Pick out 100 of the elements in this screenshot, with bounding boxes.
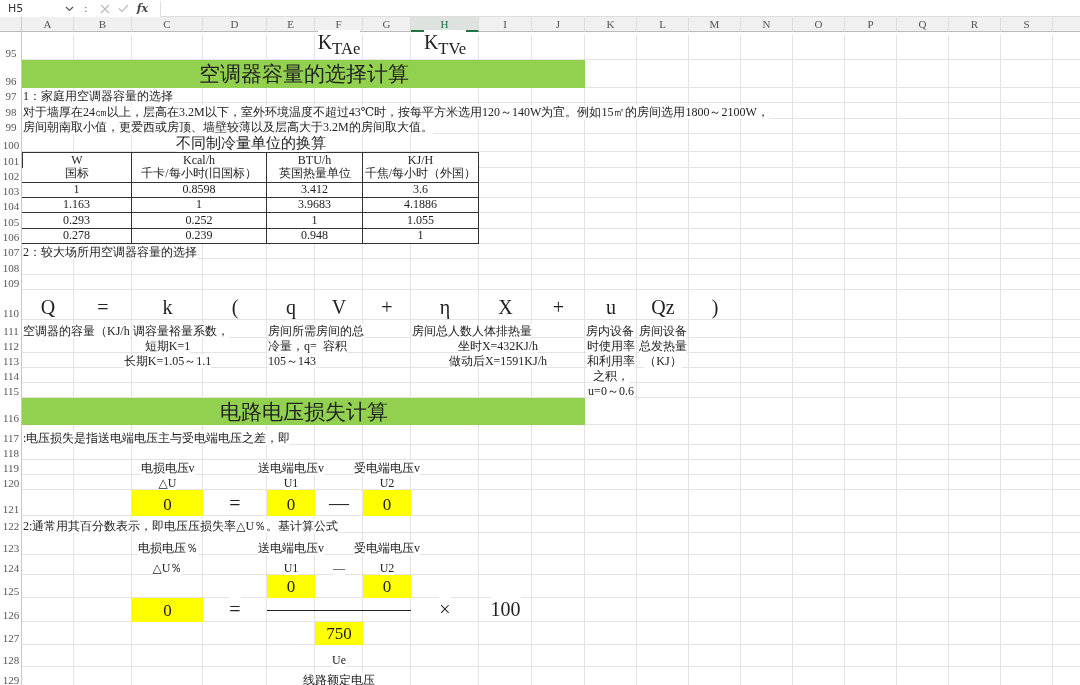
column-header[interactable]: B <box>74 17 132 32</box>
confirm-icon[interactable] <box>117 4 129 13</box>
cell-text: 电损电压v <box>140 460 195 475</box>
column-header[interactable]: M <box>689 17 741 32</box>
cell-text: 做动后X=1591KJ/h <box>448 353 548 368</box>
column-header[interactable]: H <box>411 17 479 32</box>
cell-text: 2：较大场所用空调器容量的选择 <box>23 244 197 259</box>
table-header-cell: 国标 <box>22 168 132 183</box>
table-cell: 4.1886 <box>363 198 479 213</box>
row-number[interactable]: 97 <box>0 88 22 103</box>
row-number[interactable]: 114 <box>0 368 22 383</box>
row-number[interactable]: 122 <box>0 516 22 533</box>
table-cell: 0.239 <box>132 229 267 244</box>
formula-input[interactable] <box>160 0 1080 17</box>
row-number[interactable]: 128 <box>0 645 22 667</box>
row-number[interactable]: 102 <box>0 168 22 183</box>
table-header-cell: Kcal/h <box>132 152 267 168</box>
row-number[interactable]: 118 <box>0 445 22 460</box>
row-number[interactable]: 99 <box>0 119 22 134</box>
cell-text: 坐时X=432KJ/h <box>457 338 539 353</box>
row-number[interactable]: 103 <box>0 183 22 198</box>
column-header[interactable]: S <box>1001 17 1053 32</box>
cell-text: 长期K=1.05～1.1 <box>123 353 212 368</box>
row-number[interactable]: 129 <box>0 667 22 685</box>
column-header[interactable]: P <box>845 17 897 32</box>
row-number[interactable]: 104 <box>0 198 22 213</box>
cancel-icon[interactable] <box>99 3 110 14</box>
column-header[interactable]: E <box>267 17 315 32</box>
column-header[interactable]: G <box>363 17 411 32</box>
row-number[interactable]: 107 <box>0 244 22 259</box>
cell-text: （KJ） <box>644 353 682 368</box>
cell-text: 房间所需房间的总 <box>268 323 364 338</box>
cell-text: 对于墙厚在24㎝以上，层高在3.2M以下，室外环境温度不超过43℃时，按每平方米选用120～140W为宜。例如15㎡的房间选用1800～2100W， <box>23 104 769 119</box>
column-header[interactable]: R <box>949 17 1001 32</box>
row-number[interactable]: 116 <box>0 398 22 425</box>
column-header[interactable]: C <box>132 17 203 32</box>
row-number[interactable]: 105 <box>0 213 22 229</box>
table-cell: 3.412 <box>267 183 363 198</box>
table-cell: 1 <box>22 183 132 198</box>
name-box[interactable]: H5 <box>0 1 78 16</box>
row-number[interactable]: 100 <box>0 134 22 152</box>
row-number[interactable]: 124 <box>0 555 22 575</box>
cell-text: 房间朝南取小值，更爱西或房顶、墙壁较薄以及层高大于3.2M的房间取大值。 <box>23 119 433 134</box>
cell-text: 总发热量 <box>639 338 687 353</box>
table-cell: 1 <box>267 213 363 229</box>
select-all-corner[interactable] <box>0 17 22 32</box>
input-cell: 0 <box>363 490 411 516</box>
table-title: 不同制冷量单位的换算 <box>175 134 326 152</box>
row-number[interactable]: 110 <box>0 290 22 320</box>
column-header[interactable]: I <box>479 17 532 32</box>
row-number[interactable]: 127 <box>0 622 22 645</box>
function-button[interactable]: fx <box>136 2 148 15</box>
cell-text: 调容量裕量系数， <box>133 323 229 338</box>
column-header[interactable]: D <box>203 17 267 32</box>
row-number[interactable]: 96 <box>0 60 22 88</box>
row-number[interactable]: 112 <box>0 338 22 353</box>
table-header-cell: W <box>22 152 132 168</box>
row-number[interactable]: 111 <box>0 320 22 338</box>
row-number[interactable]: 101 <box>0 152 22 168</box>
row-number[interactable]: 121 <box>0 490 22 516</box>
column-header[interactable]: L <box>637 17 689 32</box>
row-number[interactable]: 126 <box>0 598 22 622</box>
table-cell: 1.163 <box>22 198 132 213</box>
section-title: 电路电压损失计算 <box>22 398 585 425</box>
row-number[interactable]: 117 <box>0 425 22 445</box>
cell-text: 线路额定电压 <box>303 672 375 685</box>
chevron-icon <box>65 5 74 12</box>
column-header[interactable]: J <box>532 17 585 32</box>
input-cell: 0 <box>267 490 315 516</box>
row-number[interactable]: 108 <box>0 259 22 275</box>
row-number[interactable]: 109 <box>0 275 22 290</box>
column-header[interactable]: A <box>22 17 74 32</box>
row-number[interactable]: 125 <box>0 575 22 598</box>
table-header-cell: BTU/h <box>267 152 363 168</box>
cell-text: 2:通常用其百分数表示，即电压压损失率△U％。基计算公式 <box>23 518 339 533</box>
row-number[interactable]: 115 <box>0 383 22 398</box>
table-cell: 0.252 <box>132 213 267 229</box>
cell-text: 105～143 <box>268 353 316 368</box>
cell-text: 短期K=1 <box>144 338 191 353</box>
row-number[interactable]: 98 <box>0 103 22 119</box>
row-number[interactable]: 113 <box>0 353 22 368</box>
cell-text: 电损电压％ <box>137 540 198 555</box>
table-cell: 0.948 <box>267 229 363 244</box>
column-header[interactable]: N <box>741 17 793 32</box>
table-header-cell: 千焦/每小时（外国） <box>363 168 479 183</box>
input-cell: 0 <box>267 575 315 598</box>
row-number[interactable]: 106 <box>0 229 22 244</box>
table-header-cell: 英国热量单位 <box>267 168 363 183</box>
separator-text: : <box>84 2 88 15</box>
row-number[interactable]: 95 <box>0 35 22 60</box>
column-header[interactable]: K <box>585 17 637 32</box>
cell-text: 房间总人数人体排热量 <box>412 323 532 338</box>
column-header[interactable]: Q <box>897 17 949 32</box>
column-header[interactable]: O <box>793 17 845 32</box>
cell-text: 受电端电压v <box>354 540 420 555</box>
row-number[interactable]: 119 <box>0 460 22 475</box>
row-number[interactable]: 123 <box>0 533 22 555</box>
row-number[interactable]: 120 <box>0 475 22 490</box>
section-title: 空调器容量的选择计算 <box>22 60 585 88</box>
table-cell: 3.6 <box>363 183 479 198</box>
